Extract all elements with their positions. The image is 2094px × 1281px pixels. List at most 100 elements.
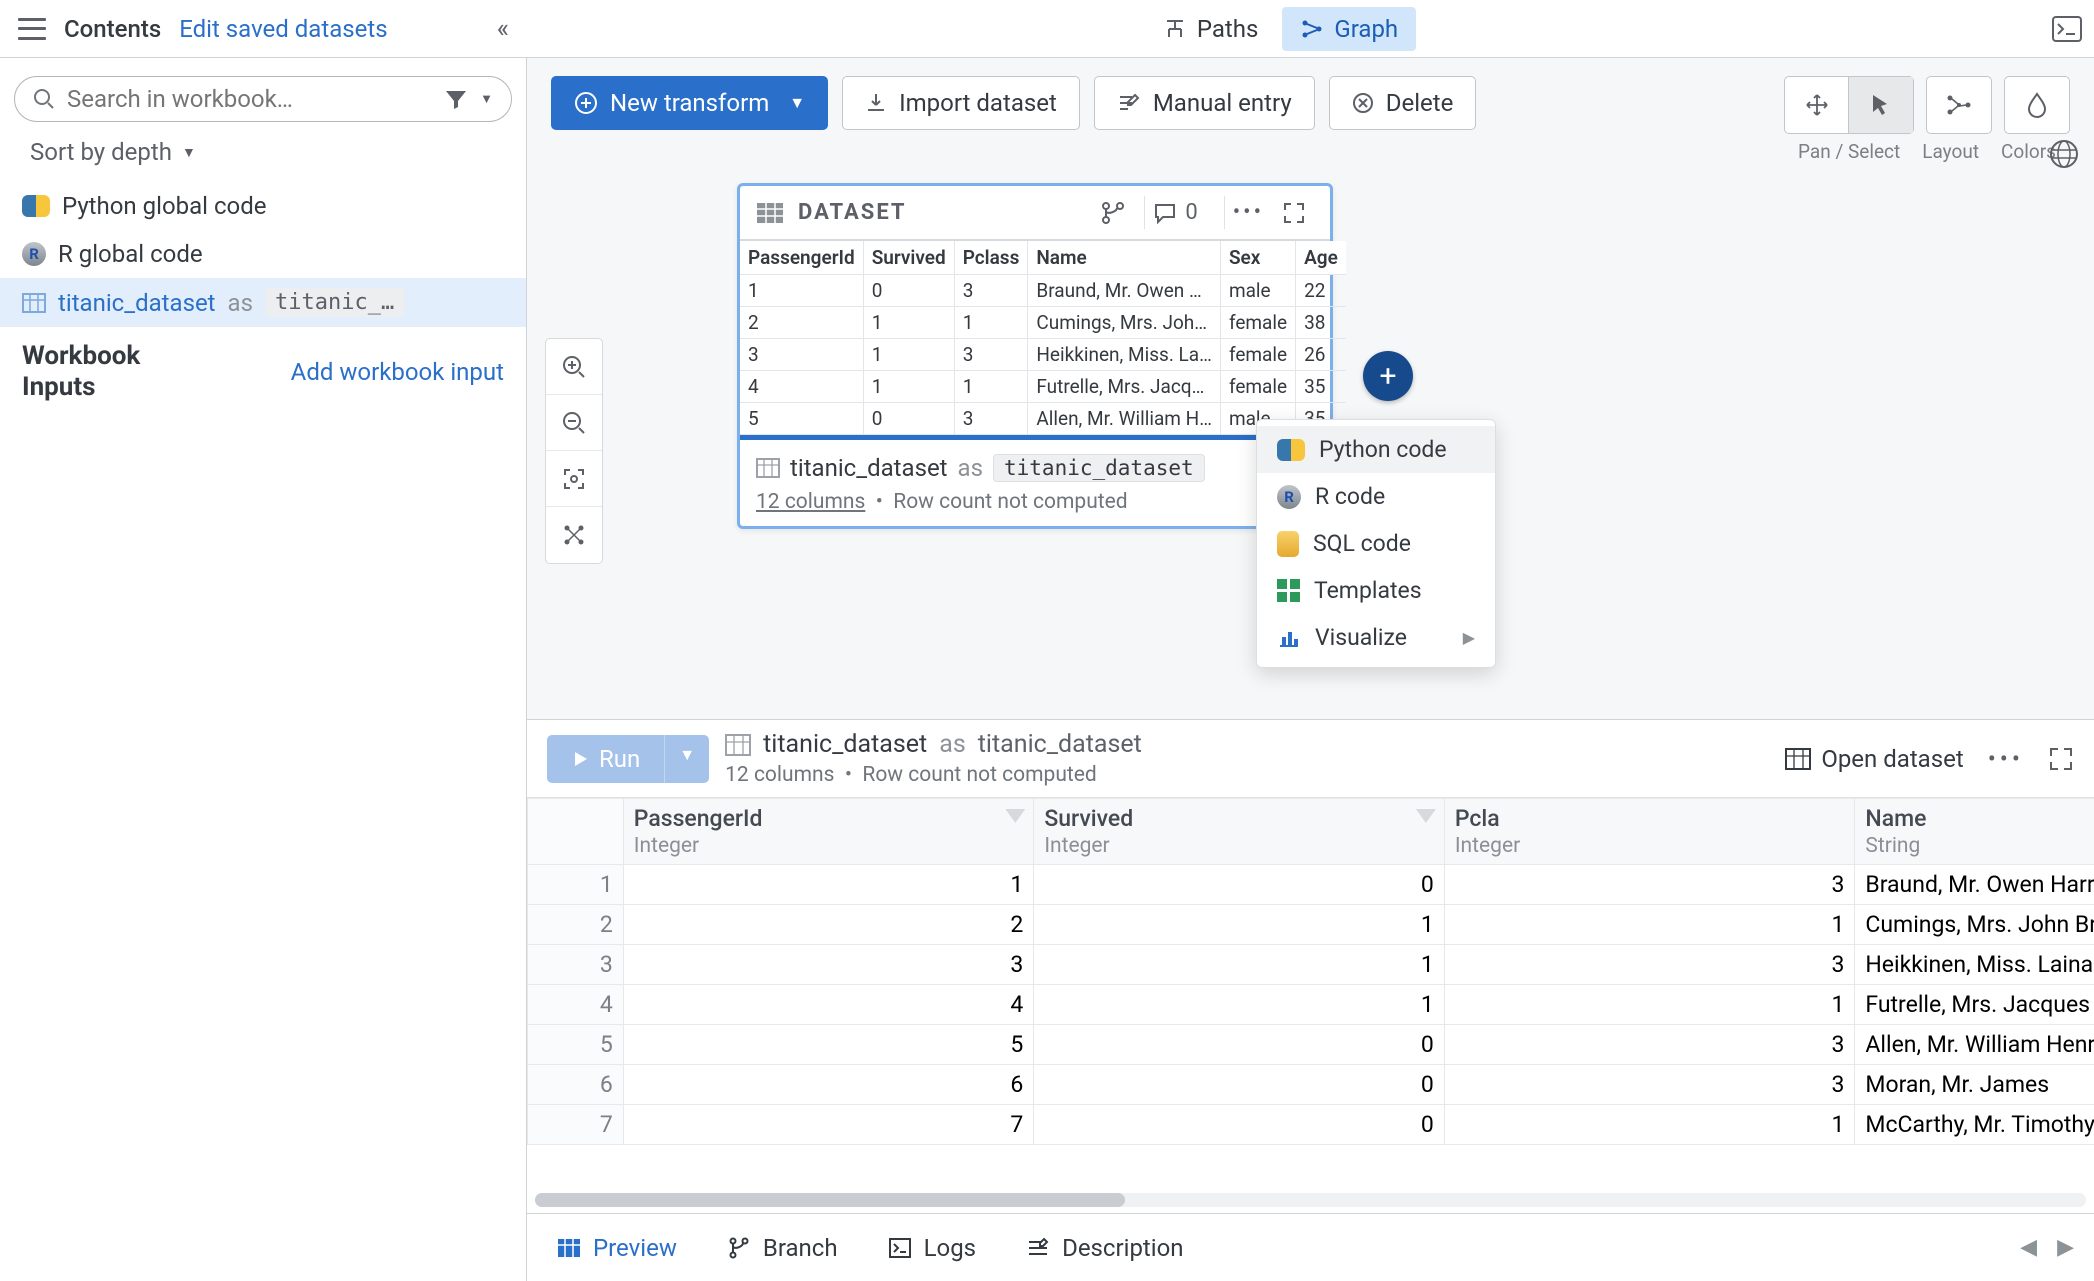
more-icon[interactable]: ••• <box>1988 745 2024 773</box>
data-grid-scroll[interactable]: PassengerIdInteger SurvivedInteger PclaI… <box>527 797 2094 1213</box>
caret-down-icon: ▼ <box>789 93 805 113</box>
sidebar-item-r-global[interactable]: R R global code <box>0 230 526 278</box>
filter-icon[interactable] <box>444 89 468 109</box>
run-caret-button[interactable]: ▼ <box>664 735 709 783</box>
table-icon <box>1785 748 1811 770</box>
workbook-inputs-heading: WorkbookInputs <box>22 341 140 403</box>
open-dataset-button[interactable]: Open dataset <box>1785 745 1963 773</box>
r-icon: R <box>1277 485 1301 509</box>
select-button[interactable] <box>1849 77 1913 133</box>
next-icon[interactable]: ▶ <box>2057 1235 2074 1260</box>
zoom-controls <box>545 338 603 564</box>
pan-button[interactable] <box>1785 77 1849 133</box>
tab-description[interactable]: Description <box>1016 1226 1194 1270</box>
comments-count: 0 <box>1185 200 1197 225</box>
toolbar: New transform ▼ Import dataset Manual en… <box>527 58 2094 173</box>
zoom-out-button[interactable] <box>546 395 602 451</box>
zoom-in-button[interactable] <box>546 339 602 395</box>
popover-item-r[interactable]: R R code <box>1257 473 1495 520</box>
row-number-header <box>528 799 624 865</box>
fit-button[interactable] <box>546 451 602 507</box>
col-pclass[interactable]: PclaInteger <box>1444 799 1855 865</box>
titanic-name: titanic_dataset <box>58 289 216 317</box>
layout-label: Layout <box>1922 140 1979 163</box>
prev-icon[interactable]: ◀ <box>2020 1235 2037 1260</box>
sidebar-item-titanic-dataset[interactable]: titanic_dataset as titanic_… <box>0 278 526 327</box>
contents-label[interactable]: Contents <box>64 15 161 43</box>
pan-select-group <box>1784 76 1914 134</box>
tab-preview[interactable]: Preview <box>547 1226 687 1270</box>
chart-icon <box>1277 627 1301 649</box>
sidebar-item-python-global[interactable]: Python global code <box>0 182 526 230</box>
node-title: DATASET <box>798 200 907 225</box>
console-icon[interactable] <box>2052 16 2082 42</box>
sort-button[interactable]: Sort by depth ▼ <box>0 128 526 176</box>
branch-icon[interactable] <box>1100 200 1126 226</box>
more-icon[interactable]: ••• <box>1233 200 1264 225</box>
comments-button[interactable]: 0 <box>1144 196 1205 229</box>
new-transform-label: New transform <box>610 89 769 117</box>
popover-item-sql[interactable]: SQL code <box>1257 520 1495 567</box>
top-bar-left: Contents Edit saved datasets « <box>0 14 527 44</box>
run-button[interactable]: Run <box>547 735 664 783</box>
tab-logs[interactable]: Logs <box>878 1226 986 1270</box>
filter-icon[interactable] <box>1416 809 1436 829</box>
bottom-tabs: Preview Branch Logs Description ◀ ▶ <box>527 1213 2094 1281</box>
add-node-fab[interactable]: + <box>1363 351 1413 401</box>
delete-button[interactable]: Delete <box>1329 76 1477 130</box>
search-icon <box>33 88 55 110</box>
sql-icon <box>1277 531 1299 557</box>
expand-icon[interactable] <box>1282 201 1306 225</box>
logs-icon <box>888 1237 912 1259</box>
titanic-alias: titanic_… <box>265 288 404 317</box>
edit-saved-datasets-link[interactable]: Edit saved datasets <box>179 15 387 43</box>
node-footer: titanic_dataset as titanic_dataset 12 co… <box>740 435 1330 526</box>
sort-label: Sort by depth <box>30 138 172 166</box>
colors-group <box>2004 76 2070 134</box>
search-input[interactable] <box>67 85 432 113</box>
h-scrollbar[interactable] <box>535 1193 2086 1207</box>
view-tabs: Paths Graph <box>527 7 2034 51</box>
table-row: 1103Braund, Mr. Owen Harrismale <box>528 865 2094 905</box>
manual-entry-icon <box>1117 92 1141 114</box>
filter-caret-icon[interactable]: ▼ <box>480 91 493 107</box>
tab-graph[interactable]: Graph <box>1282 7 1416 51</box>
import-dataset-button[interactable]: Import dataset <box>842 76 1080 130</box>
collapse-sidebar-icon[interactable]: « <box>497 14 509 44</box>
popover-item-templates[interactable]: Templates <box>1257 567 1495 614</box>
node-rowcount: Row count not computed <box>893 490 1127 514</box>
import-label: Import dataset <box>899 89 1057 117</box>
node-alias: titanic_dataset <box>993 454 1205 482</box>
tab-paths[interactable]: Paths <box>1145 7 1277 51</box>
dataset-node[interactable]: DATASET 0 ••• <box>737 183 1333 529</box>
new-transform-button[interactable]: New transform ▼ <box>551 76 828 130</box>
add-workbook-input-link[interactable]: Add workbook input <box>291 358 504 386</box>
colors-button[interactable] <box>2005 77 2069 133</box>
col-survived[interactable]: SurvivedInteger <box>1034 799 1445 865</box>
search-input-container[interactable]: ▼ <box>14 76 512 122</box>
table-row: 4411Futrelle, Mrs. Jacques Heatfemale <box>528 985 2094 1025</box>
col-passengerid[interactable]: PassengerIdInteger <box>623 799 1034 865</box>
filter-icon[interactable] <box>1005 809 1025 829</box>
h-scroll-thumb[interactable] <box>535 1193 1125 1207</box>
branch-icon <box>727 1236 751 1260</box>
r-icon: R <box>22 242 46 266</box>
menu-icon[interactable] <box>18 18 46 40</box>
col-name[interactable]: NameString <box>1855 799 2094 865</box>
top-bar: Contents Edit saved datasets « Paths Gra… <box>0 0 2094 58</box>
expand-icon[interactable] <box>2048 746 2074 772</box>
templates-icon <box>1277 579 1300 602</box>
popover-item-python[interactable]: Python code <box>1257 426 1495 473</box>
tree: Python global code R R global code titan… <box>0 176 526 327</box>
table-icon <box>557 1238 581 1258</box>
layout-button[interactable] <box>1927 77 1991 133</box>
connections-button[interactable] <box>546 507 602 563</box>
delete-label: Delete <box>1386 89 1454 117</box>
node-columns-link[interactable]: 12 columns <box>756 490 865 514</box>
manual-entry-button[interactable]: Manual entry <box>1094 76 1315 130</box>
tab-branch[interactable]: Branch <box>717 1226 848 1270</box>
table-row: 6603Moran, Mr. Jamesmale <box>528 1065 2094 1105</box>
table-row: 5503Allen, Mr. William Henrymale <box>528 1025 2094 1065</box>
globe-icon[interactable] <box>2048 138 2080 170</box>
popover-item-visualize[interactable]: Visualize ▶ <box>1257 614 1495 661</box>
